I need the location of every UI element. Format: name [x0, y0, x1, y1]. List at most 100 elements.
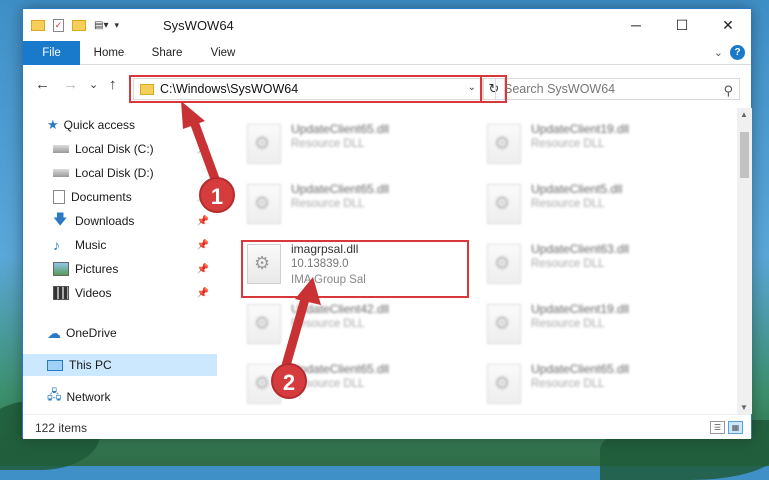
window-title: SysWOW64 — [163, 18, 234, 33]
dll-file-icon — [487, 184, 521, 224]
sidebar-item-label: Downloads — [75, 214, 135, 228]
sidebar-item-pictures[interactable]: Pictures 📌 — [23, 258, 217, 280]
sidebar-item-label: Quick access — [63, 118, 136, 132]
minimize-button[interactable]: ─ — [613, 9, 659, 41]
drive-icon — [53, 145, 69, 153]
navigation-bar: ← → ⌄ ↑ C:\Windows\SysWOW64 ⌄ ↻ Search S… — [23, 66, 751, 108]
downloads-icon: 🡇 — [53, 211, 68, 227]
sidebar-item-documents[interactable]: Documents 📌 — [23, 186, 217, 208]
videos-icon — [53, 286, 69, 300]
forward-button[interactable]: → — [63, 76, 78, 93]
details-view-icon[interactable]: ☰ — [710, 421, 725, 434]
sidebar-item-label: OneDrive — [66, 326, 117, 340]
file-name: UpdateClient19.dll — [531, 302, 630, 316]
step-1-badge: 1 — [199, 177, 235, 213]
pin-icon[interactable]: 📌 — [197, 216, 209, 227]
sidebar-item-onedrive[interactable]: ☁ OneDrive — [23, 322, 217, 344]
expand-ribbon-icon[interactable]: ⌄ — [714, 46, 723, 59]
tab-view[interactable]: View — [201, 41, 245, 65]
list-item[interactable]: UpdateClient19.dll Resource DLL — [481, 296, 709, 354]
list-item[interactable]: UpdateClient65.dll Resource DLL — [241, 116, 469, 174]
item-count: 122 items — [35, 421, 88, 435]
toolbar-dropdown-icon[interactable]: ▾ — [114, 20, 119, 31]
tab-file[interactable]: File — [23, 41, 80, 65]
file-description: Resource DLL — [291, 318, 365, 330]
new-folder-icon[interactable] — [72, 19, 86, 31]
up-button[interactable]: ↑ — [109, 76, 117, 93]
sidebar-item-this-pc[interactable]: This PC — [23, 354, 217, 376]
help-icon[interactable]: ? — [730, 45, 745, 60]
tab-home[interactable]: Home — [87, 41, 131, 65]
explorer-window: ✓ ▤▾ ▾ SysWOW64 ─ ☐ ✕ File Home Share Vi… — [22, 8, 752, 439]
maximize-button[interactable]: ☐ — [659, 9, 705, 41]
tiles-view-icon[interactable]: ▦ — [728, 421, 743, 434]
sidebar-item-videos[interactable]: Videos 📌 — [23, 282, 217, 304]
sidebar-item-music[interactable]: ♪ Music 📌 — [23, 234, 217, 256]
sidebar-item-label: Local Disk (C:) — [75, 142, 154, 156]
list-item[interactable]: UpdateClient19.dll Resource DLL — [481, 116, 709, 174]
recent-locations-button[interactable]: ⌄ — [89, 78, 98, 91]
vertical-scrollbar[interactable]: ▲ ▼ — [737, 108, 752, 414]
file-name: UpdateClient42.dll — [291, 302, 390, 316]
search-placeholder: Search SysWOW64 — [504, 82, 616, 96]
star-icon: ★ — [47, 117, 59, 132]
dll-file-icon — [247, 184, 281, 224]
address-highlight-box — [129, 75, 482, 103]
dll-file-icon — [487, 124, 521, 164]
back-button[interactable]: ← — [35, 76, 50, 93]
dll-file-icon — [247, 304, 281, 344]
list-item[interactable]: UpdateClient65.dll Resource DLL — [241, 176, 469, 234]
file-highlight-box — [241, 240, 469, 298]
pin-icon[interactable]: 📌 — [197, 240, 209, 251]
tab-share[interactable]: Share — [145, 41, 189, 65]
sidebar-item-label: Network — [66, 390, 111, 404]
title-bar: ✓ ▤▾ ▾ SysWOW64 ─ ☐ ✕ — [23, 9, 751, 41]
sidebar-item-label: Videos — [75, 286, 112, 300]
file-description: Resource DLL — [531, 198, 605, 210]
file-name: UpdateClient65.dll — [291, 182, 390, 196]
file-description: Resource DLL — [531, 318, 605, 330]
file-description: Resource DLL — [291, 198, 365, 210]
sidebar-item-quick-access[interactable]: ★ Quick access — [23, 114, 217, 136]
properties-icon[interactable]: ✓ — [53, 18, 64, 32]
sidebar-item-downloads[interactable]: 🡇 Downloads 📌 — [23, 210, 217, 232]
folder-icon[interactable] — [31, 19, 45, 31]
list-item[interactable]: UpdateClient65.dll Resource DLL — [481, 356, 709, 414]
onedrive-icon: ☁ — [47, 324, 61, 341]
computer-icon — [47, 359, 63, 371]
pictures-icon — [53, 262, 69, 276]
step-2-badge: 2 — [271, 363, 307, 399]
network-icon: 🖧 — [47, 387, 62, 402]
documents-icon — [53, 190, 65, 204]
file-name: UpdateClient65.dll — [531, 362, 630, 376]
pin-icon[interactable]: 📌 — [197, 144, 209, 155]
ribbon-tabs: File Home Share View ⌄ ? — [23, 41, 751, 65]
scroll-up-icon[interactable]: ▲ — [740, 110, 748, 119]
sidebar-item-local-disk-c[interactable]: Local Disk (C:) 📌 — [23, 138, 217, 160]
sidebar-item-label: Music — [75, 238, 107, 252]
list-item[interactable]: UpdateClient42.dll Resource DLL — [241, 296, 469, 354]
pin-icon[interactable]: 📌 — [197, 288, 209, 299]
search-icon: ⚲ — [723, 83, 733, 98]
dll-file-icon — [487, 304, 521, 344]
navigation-pane: ★ Quick access Local Disk (C:) 📌 Local D… — [23, 108, 217, 414]
file-description: Resource DLL — [531, 258, 605, 270]
music-icon: ♪ — [53, 237, 60, 253]
customize-toolbar-icon[interactable]: ▤▾ — [94, 20, 108, 31]
sidebar-item-local-disk-d[interactable]: Local Disk (D:) — [23, 162, 217, 184]
status-bar: 122 items ☰ ▦ — [23, 414, 751, 439]
file-name: UpdateClient5.dll — [531, 182, 623, 196]
sidebar-item-label: Pictures — [75, 262, 119, 276]
scroll-down-icon[interactable]: ▼ — [740, 403, 748, 412]
pin-icon[interactable]: 📌 — [197, 264, 209, 275]
dll-file-icon — [487, 244, 521, 284]
sidebar-item-network[interactable]: 🖧 Network — [23, 386, 217, 408]
dll-file-icon — [247, 124, 281, 164]
scrollbar-thumb[interactable] — [740, 132, 749, 178]
search-input[interactable]: Search SysWOW64 ⚲ — [495, 78, 740, 100]
list-item[interactable]: UpdateClient5.dll Resource DLL — [481, 176, 709, 234]
sidebar-item-label: Local Disk (D:) — [75, 166, 154, 180]
sidebar-item-label: Documents — [71, 190, 132, 204]
close-button[interactable]: ✕ — [705, 9, 751, 41]
list-item[interactable]: UpdateClient63.dll Resource DLL — [481, 236, 709, 294]
